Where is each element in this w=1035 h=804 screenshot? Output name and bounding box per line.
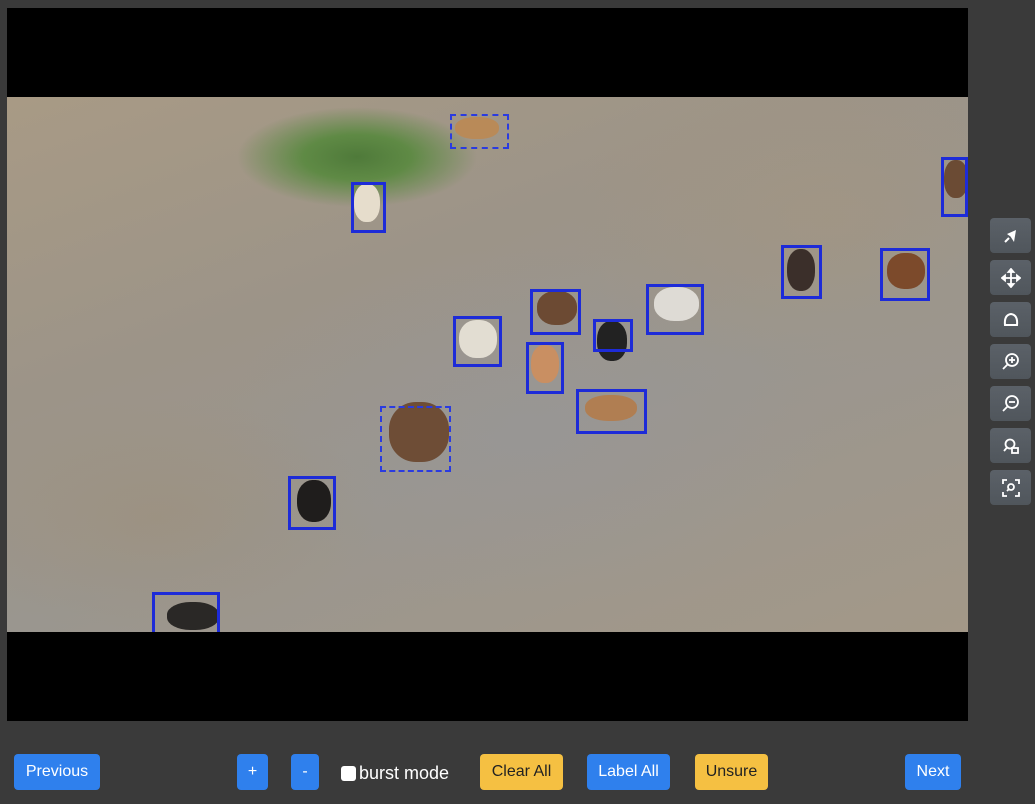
image-viewer[interactable]: [7, 8, 968, 721]
bounding-box[interactable]: [351, 182, 386, 233]
lasso-icon[interactable]: [990, 302, 1031, 337]
bounding-box[interactable]: [453, 316, 502, 367]
increase-button[interactable]: +: [237, 754, 268, 790]
bounding-box[interactable]: [880, 248, 930, 301]
bounding-box[interactable]: [152, 592, 220, 632]
bounding-box[interactable]: [526, 342, 564, 394]
select-arrow-icon[interactable]: [990, 218, 1031, 253]
zoom-out-icon[interactable]: [990, 386, 1031, 421]
unsure-button[interactable]: Unsure: [695, 754, 768, 790]
next-button[interactable]: Next: [905, 754, 961, 790]
bounding-box[interactable]: [941, 157, 968, 217]
bounding-box-dashed[interactable]: [380, 406, 451, 472]
bounding-box[interactable]: [781, 245, 822, 299]
bounding-box[interactable]: [288, 476, 336, 530]
bounding-box-dashed[interactable]: [450, 114, 509, 149]
label-all-button[interactable]: Label All: [587, 754, 670, 790]
bounding-box[interactable]: [530, 289, 581, 335]
aerial-photo[interactable]: [7, 97, 968, 632]
bounding-box[interactable]: [576, 389, 647, 434]
zoom-reset-icon[interactable]: [990, 428, 1031, 463]
tool-palette: [990, 218, 1031, 512]
zoom-in-icon[interactable]: [990, 344, 1031, 379]
move-icon[interactable]: [990, 260, 1031, 295]
burst-mode-checkbox[interactable]: [341, 765, 356, 781]
clear-all-button[interactable]: Clear All: [480, 754, 563, 790]
decrease-button[interactable]: -: [291, 754, 319, 790]
bounding-box[interactable]: [593, 319, 633, 352]
bounding-box[interactable]: [646, 284, 704, 335]
previous-button[interactable]: Previous: [14, 754, 100, 790]
burst-mode-label: burst mode: [359, 762, 450, 783]
burst-mode-toggle[interactable]: burst mode: [341, 760, 449, 786]
fit-view-icon[interactable]: [990, 470, 1031, 505]
